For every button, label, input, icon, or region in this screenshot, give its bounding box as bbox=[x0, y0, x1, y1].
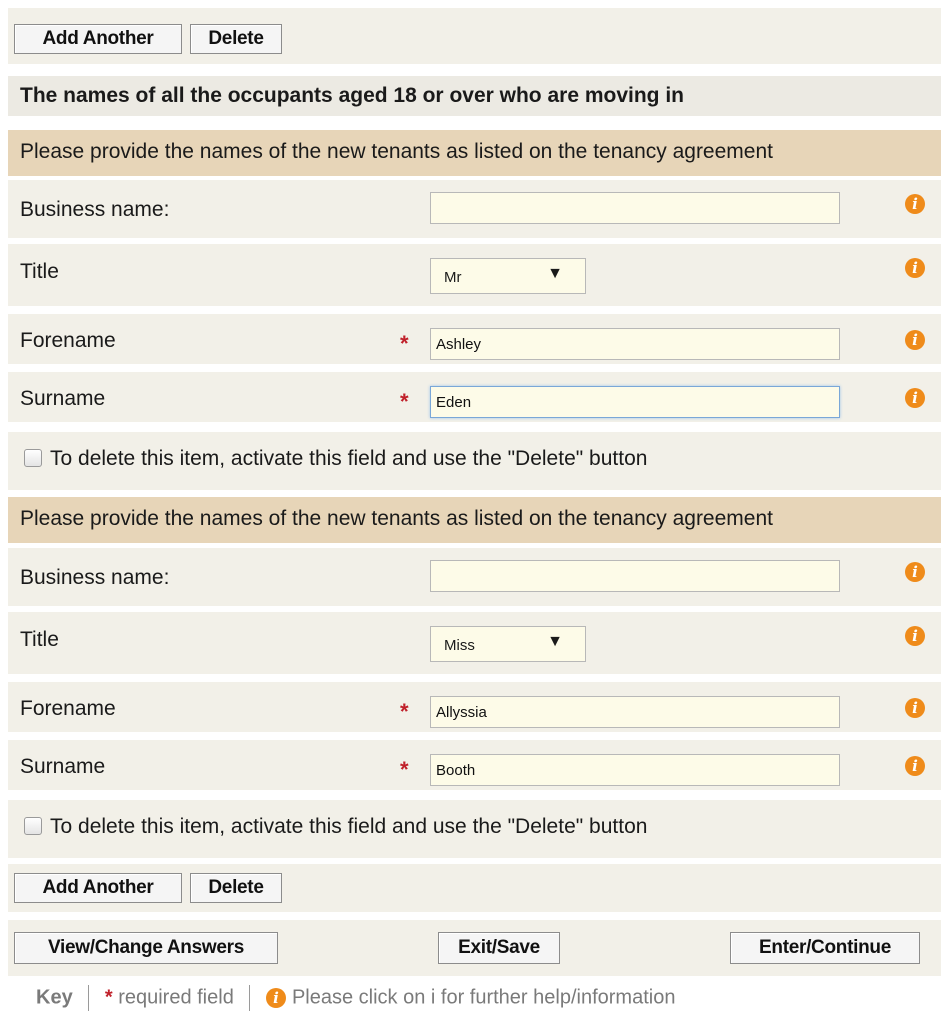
info-icon[interactable]: i bbox=[905, 388, 925, 408]
info-icon[interactable]: i bbox=[905, 258, 925, 278]
title-label: Title bbox=[20, 260, 59, 283]
title-select-value: Miss bbox=[444, 637, 475, 654]
tenant-2-forename-row: Forename * i bbox=[8, 682, 941, 732]
key-legend: Key * required field i Please click on i … bbox=[36, 985, 675, 1011]
tenant-1-forename-row: Forename * i bbox=[8, 314, 941, 364]
form-page: Add Another Delete The names of all the … bbox=[0, 0, 941, 1028]
tenant-2-surname-row: Surname * i bbox=[8, 740, 941, 790]
info-icon[interactable]: i bbox=[905, 562, 925, 582]
surname-label: Surname bbox=[20, 755, 106, 778]
key-title: Key bbox=[36, 986, 73, 1009]
info-icon[interactable]: i bbox=[905, 330, 925, 350]
tenant-1-title-row: Title Mr ▼ i bbox=[8, 244, 941, 306]
tenant-2-title-row: Title Miss ▼ i bbox=[8, 612, 941, 674]
dropdown-arrow-icon: ▼ bbox=[547, 633, 563, 650]
required-field-text: required field bbox=[118, 986, 234, 1009]
tenant-1-surname-row: Surname * i bbox=[8, 372, 941, 422]
divider bbox=[88, 985, 90, 1011]
tenant-1-subheading: Please provide the names of the new tena… bbox=[8, 130, 941, 176]
info-icon[interactable]: i bbox=[905, 626, 925, 646]
required-star-icon: * bbox=[104, 986, 113, 1009]
required-star-icon: * bbox=[400, 757, 409, 782]
dropdown-arrow-icon: ▼ bbox=[547, 265, 563, 282]
required-star-icon: * bbox=[400, 331, 409, 356]
required-star-icon: * bbox=[400, 389, 409, 414]
section-heading: The names of all the occupants aged 18 o… bbox=[8, 76, 941, 116]
surname-label: Surname bbox=[20, 387, 106, 410]
tenant-2-business-row: Business name: i bbox=[8, 548, 941, 606]
surname-input[interactable] bbox=[430, 754, 840, 786]
add-another-button[interactable]: Add Another bbox=[14, 873, 182, 903]
forename-label: Forename bbox=[20, 329, 116, 352]
surname-input[interactable] bbox=[430, 386, 840, 418]
title-select[interactable]: Mr ▼ bbox=[430, 258, 586, 294]
title-select-value: Mr bbox=[444, 269, 462, 286]
delete-item-label: To delete this item, activate this field… bbox=[50, 815, 648, 838]
top-button-bar: Add Another Delete bbox=[8, 8, 941, 64]
view-change-answers-button[interactable]: View/Change Answers bbox=[14, 932, 278, 964]
required-star-icon: * bbox=[400, 699, 409, 724]
bottom-button-bar: Add Another Delete bbox=[8, 864, 941, 912]
info-icon[interactable]: i bbox=[905, 194, 925, 214]
tenant-1-delete-row: To delete this item, activate this field… bbox=[8, 432, 941, 490]
title-select[interactable]: Miss ▼ bbox=[430, 626, 586, 662]
info-help-text: Please click on i for further help/infor… bbox=[291, 986, 676, 1009]
business-name-input[interactable] bbox=[430, 560, 840, 592]
add-another-button[interactable]: Add Another bbox=[14, 24, 182, 54]
exit-save-button[interactable]: Exit/Save bbox=[438, 932, 560, 964]
forename-input[interactable] bbox=[430, 328, 840, 360]
business-name-label: Business name: bbox=[20, 566, 170, 589]
title-label: Title bbox=[20, 628, 59, 651]
delete-button[interactable]: Delete bbox=[190, 873, 282, 903]
business-name-input[interactable] bbox=[430, 192, 840, 224]
enter-continue-button[interactable]: Enter/Continue bbox=[730, 932, 920, 964]
navigation-bar: View/Change Answers Exit/Save Enter/Cont… bbox=[8, 920, 941, 976]
delete-item-checkbox[interactable] bbox=[24, 817, 42, 835]
business-name-label: Business name: bbox=[20, 198, 170, 221]
forename-label: Forename bbox=[20, 697, 116, 720]
delete-button[interactable]: Delete bbox=[190, 24, 282, 54]
forename-input[interactable] bbox=[430, 696, 840, 728]
divider bbox=[249, 985, 251, 1011]
info-icon: i bbox=[265, 988, 286, 1008]
delete-item-checkbox[interactable] bbox=[24, 449, 42, 467]
tenant-1-business-row: Business name: i bbox=[8, 180, 941, 238]
tenant-2-subheading: Please provide the names of the new tena… bbox=[8, 497, 941, 543]
delete-item-label: To delete this item, activate this field… bbox=[50, 447, 648, 470]
tenant-2-delete-row: To delete this item, activate this field… bbox=[8, 800, 941, 858]
info-icon[interactable]: i bbox=[905, 698, 925, 718]
info-icon[interactable]: i bbox=[905, 756, 925, 776]
